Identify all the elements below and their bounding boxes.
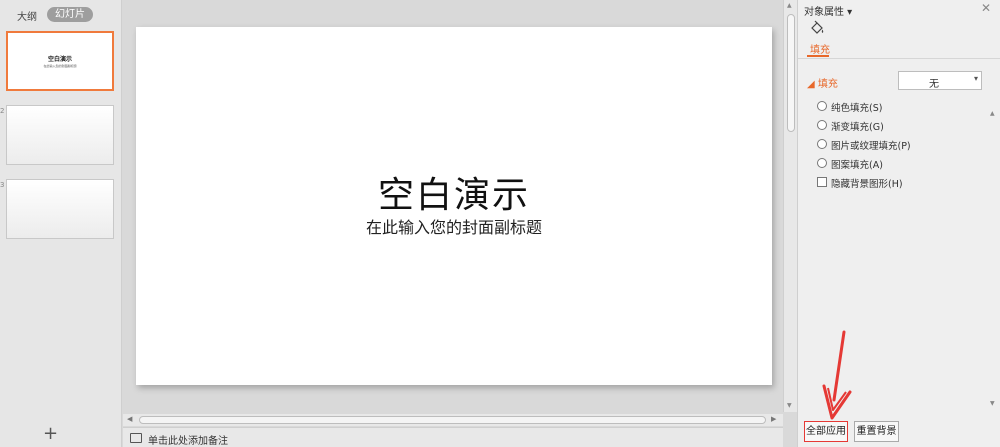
tab-slides[interactable]: 幻灯片 [47,7,93,22]
horizontal-scroll-thumb[interactable] [139,416,766,424]
notes-icon [130,433,142,443]
thumbnail-subtitle: 在此输入您的封面副标题 [43,64,77,68]
slide-number-2: 2 [0,107,5,115]
panel-scrollbar[interactable]: ▲ ▼ [989,60,999,410]
notes-bar[interactable]: 单击此处添加备注 [123,427,783,447]
slide-subtitle[interactable]: 在此输入您的封面副标题 [136,214,772,238]
scroll-down-icon[interactable]: ▼ [787,402,792,409]
radio-picture-fill[interactable] [817,139,827,149]
divider [798,58,1000,59]
apply-all-button[interactable]: 全部应用 [804,421,848,442]
horizontal-scrollbar[interactable]: ◀ ▶ [123,414,783,426]
option-label: 纯色填充(S) [831,103,883,114]
radio-solid-fill[interactable] [817,101,827,111]
view-tabs: 大纲 幻灯片 [0,6,122,24]
vertical-scrollbar[interactable]: ▲ ▼ [783,0,797,412]
radio-pattern-fill[interactable] [817,158,827,168]
fill-select-value: 无 [929,79,939,90]
thumbnail-title: 空白演示 [47,56,72,63]
tab-fill[interactable]: 填充 [810,41,830,56]
slide-thumbnail-1[interactable]: 空白演示 在此输入您的封面副标题 [6,31,114,91]
option-label: 图案填充(A) [831,160,883,171]
scroll-up-icon[interactable]: ▲ [787,2,792,9]
slide-editor: 空白演示 在此输入您的封面副标题 ◀ ▶ 单击此处添加备注 [123,0,783,447]
radio-gradient-fill[interactable] [817,120,827,130]
slide-thumbnail-3[interactable] [6,179,114,239]
scroll-up-icon[interactable]: ▲ [990,110,995,117]
slide-thumbnail-2[interactable] [6,105,114,165]
fill-section-header[interactable]: ◢ 填充 [807,75,838,90]
fill-type-select[interactable]: 无 ▾ [898,71,982,90]
fill-bucket-icon[interactable] [809,20,825,36]
vertical-scroll-thumb[interactable] [787,14,795,132]
slide-title[interactable]: 空白演示 [136,166,772,218]
active-tab-indicator [807,55,829,57]
checkbox-hide-background[interactable] [817,177,827,187]
tab-outline[interactable]: 大纲 [17,8,37,23]
annotation-arrow-icon [822,330,852,420]
slide-thumbnail-panel: 大纲 幻灯片 空白演示 在此输入您的封面副标题 2 3 + [0,0,122,447]
slide-number-3: 3 [0,181,5,189]
option-label: 隐藏背景图形(H) [831,179,903,190]
reset-background-button[interactable]: 重置背景 [854,421,899,442]
scroll-left-icon[interactable]: ◀ [127,415,132,423]
dropdown-arrow-icon: ▾ [973,74,978,83]
slide-canvas[interactable]: 空白演示 在此输入您的封面副标题 [136,27,772,385]
add-slide-button[interactable]: + [43,425,58,443]
option-label: 渐变填充(G) [831,122,884,133]
scroll-right-icon[interactable]: ▶ [771,415,776,423]
scroll-down-icon[interactable]: ▼ [990,400,995,407]
option-label: 图片或纹理填充(P) [831,141,911,152]
notes-placeholder[interactable]: 单击此处添加备注 [148,432,228,447]
panel-title[interactable]: 对象属性 ▾ [804,3,852,18]
close-icon[interactable]: ✕ [981,1,991,15]
